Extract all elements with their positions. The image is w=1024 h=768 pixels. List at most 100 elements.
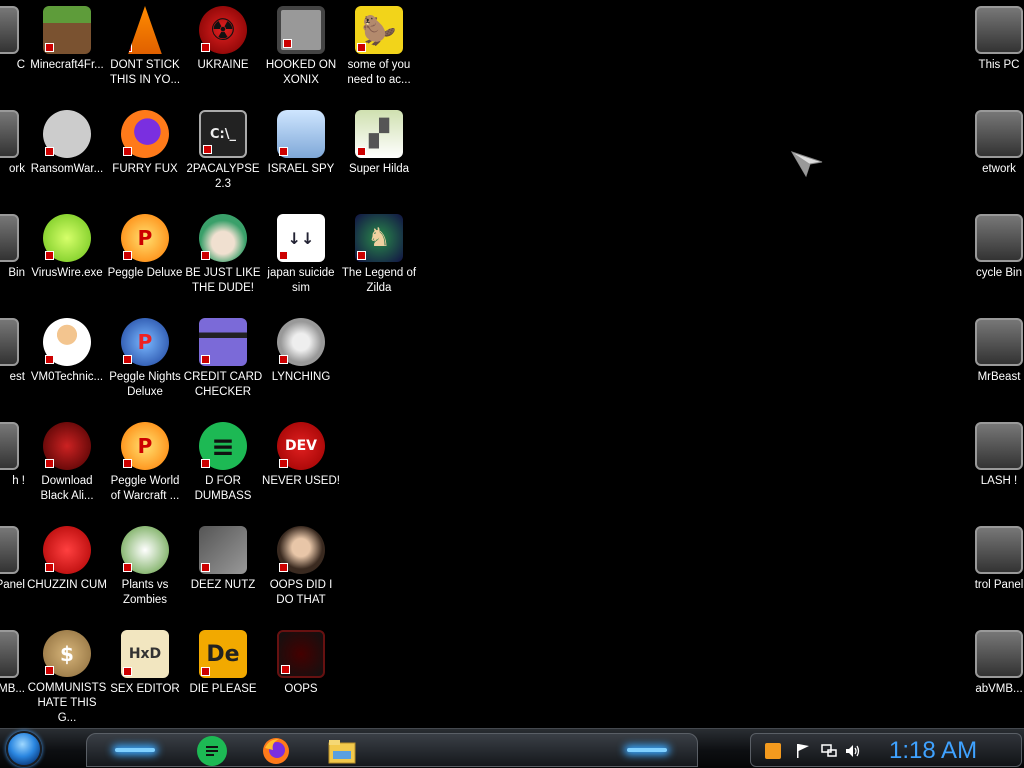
shortcut-badge-icon [201,43,210,52]
shortcut-badge-icon [123,355,132,364]
peggle-icon-glyph: P [137,226,153,250]
partial-icon [0,630,19,678]
desktop-edge-icon-label: Panel [0,579,25,591]
desktop-edge-icon[interactable]: abVMB... [960,626,1024,726]
desktop-icon-label: Peggle World of Warcraft ... [110,475,180,502]
desktop-icon[interactable]: P Peggle Nights Deluxe [106,314,184,414]
desktop-icon[interactable]: Download Black Ali... [28,418,106,518]
desktop-edge-icon[interactable]: trol Panel [960,522,1024,622]
desktop-icon[interactable]: VirusWire.exe [28,210,106,310]
desktop-icon[interactable]: P Peggle World of Warcraft ... [106,418,184,518]
desktop-icon[interactable]: BE JUST LIKE THE DUDE! [184,210,262,310]
app-tray-icon[interactable] [765,743,781,759]
desktop-icon[interactable]: CREDIT CARD CHECKER [184,314,262,414]
desktop-icon[interactable]: C:\_ 2PACALYPSE 2.3 [184,106,262,206]
partial-icon [975,214,1023,262]
peggle-wow-icon: P [121,422,169,470]
die-logo-icon: De [199,630,247,678]
desktop-icon[interactable]: ≡ D FOR DUMBASS [184,418,262,518]
desktop-icon[interactable]: OOPS DID I DO THAT [262,522,340,622]
shortcut-badge-icon [283,39,292,48]
desktop-edge-icon[interactable]: LASH ! [960,418,1024,518]
desktop-icon[interactable]: ☢ UKRAINE [184,2,262,102]
desktop-icon[interactable]: Plants vs Zombies [106,522,184,622]
alien-icon [43,422,91,470]
clock[interactable]: 1:18 AM [889,736,977,766]
desktop-icon[interactable]: $ COMMUNISTS HATE THIS G... [28,626,106,726]
desktop-edge-icon[interactable]: etwork [960,106,1024,206]
die-logo-icon-glyph: De [206,641,240,667]
partial-icon [0,318,19,366]
desktop-icon-label: CREDIT CARD CHECKER [183,371,263,398]
desktop-icon[interactable]: ISRAEL SPY [262,106,340,206]
money-bag-icon-glyph: $ [60,641,74,666]
desktop-icon-label: VirusWire.exe [31,267,103,279]
shortcut-badge-icon [128,43,132,52]
desktop-icon[interactable]: HxD SEX EDITOR [106,626,184,726]
shortcut-badge-icon [201,667,210,676]
desktop-icon[interactable]: RansomWar... [28,106,106,206]
dev-cpp-icon: DEV [277,422,325,470]
taskbar: 1:18 AM [0,728,1024,768]
network-icon[interactable] [821,743,837,759]
desktop-icon[interactable]: OOPS [262,626,340,726]
pixel-hero-icon: ♞ [355,214,403,262]
traffic-cone-icon [128,6,162,54]
money-bag-icon: $ [43,630,91,677]
desktop-icon-label: COMMUNISTS HATE THIS G... [27,682,107,724]
shortcut-badge-icon [123,667,132,676]
desktop-icon[interactable]: LYNCHING [262,314,340,414]
dock-green-chat-icon[interactable] [197,736,227,766]
mouse-cursor-icon [790,148,826,183]
desktop-icon[interactable]: CHUZZIN CUM [27,522,107,622]
peggle-icon: P [121,214,169,262]
desktop-icon[interactable]: P Peggle Deluxe [106,210,184,310]
desktop-icon-label: Download Black Ali... [40,475,94,502]
desktop-edge-icon[interactable]: cycle Bin [960,210,1024,310]
desktop-edge-icon-label: ork [9,163,25,175]
desktop-icon[interactable]: DONT STICK THIS IN YO... [106,2,184,102]
desktop-icon[interactable]: HOOKED ON XONIX [262,2,340,102]
desktop-icon[interactable]: ↓↓ japan suicide sim [262,210,340,310]
radiation-icon-glyph: ☢ [209,12,237,48]
desktop-edge-icon[interactable]: This PC [960,2,1024,102]
desktop-icon[interactable]: VM0Technic... [28,314,106,414]
shortcut-badge-icon [357,43,366,52]
start-orb-icon[interactable] [6,731,42,767]
desktop-icon[interactable]: DEV NEVER USED! [262,418,340,518]
chuzzle-icon [43,526,91,574]
terminal-icon: C:\_ [199,110,247,158]
technician-icon [43,318,91,366]
volume-icon[interactable] [845,743,861,759]
shortcut-badge-icon [279,147,288,156]
shortcut-badge-icon [45,459,54,468]
dock [86,733,698,767]
dock-firefox-icon[interactable] [261,736,291,766]
partial-icon [975,110,1023,158]
pixel-hero-icon-glyph: ♞ [367,223,391,253]
dock-file-explorer-icon[interactable] [327,736,357,766]
shortcut-badge-icon [45,147,54,156]
desktop-icon[interactable]: 🦫 some of you need to ac... [340,2,418,102]
desktop-edge-icon[interactable]: MrBeast [960,314,1024,414]
flag-icon[interactable] [795,743,811,759]
desktop-icon-label: The Legend of Zilda [341,267,417,294]
desktop-icon-label: DONT STICK THIS IN YO... [109,59,181,86]
desktop-icon[interactable]: ♞ The Legend of Zilda [340,210,418,310]
desktop-icon-label: some of you need to ac... [347,59,411,86]
shortcut-badge-icon [45,251,54,260]
desktop-edge-icon-label: h ! [12,475,25,487]
desktop-icon[interactable]: Minecraft4Fr... [28,2,106,102]
shortcut-badge-icon [123,563,132,572]
desktop-icon[interactable]: ▞ Super Hilda [340,106,418,206]
terminal-icon-glyph: C:\_ [210,126,236,142]
system-tray: 1:18 AM [750,733,1022,767]
partial-icon [975,6,1023,54]
desktop-edge-icon-label: etwork [982,163,1016,175]
desktop-icon[interactable]: FURRY FUX [106,106,184,206]
desktop-edge-icon-label: This PC [978,59,1020,71]
desktop-icon[interactable]: DEEZ NUTZ [184,522,262,622]
desktop-icon[interactable]: De DIE PLEASE [184,626,262,726]
desktop-icon-label: ISRAEL SPY [267,163,335,175]
desktop-icon-label: Plants vs Zombies [121,579,169,606]
